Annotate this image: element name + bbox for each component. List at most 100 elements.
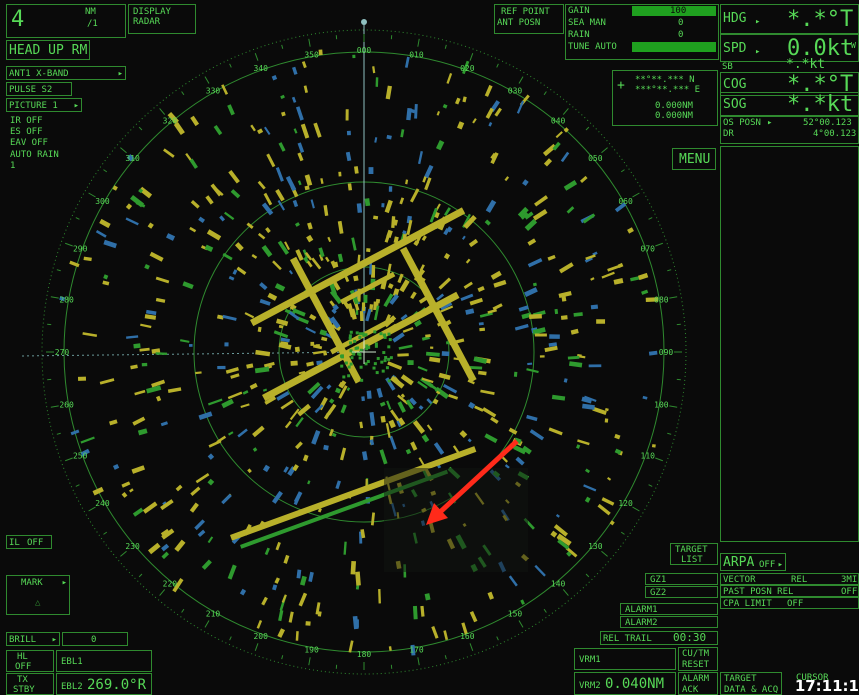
sb-value: *.*kt [786,57,826,72]
radar-echo [480,389,495,395]
tune-bar[interactable] [632,42,716,52]
radar-echo [388,646,392,651]
alarm-ack-button[interactable]: ALARM ACK [678,672,718,695]
ebl2-button[interactable]: EBL2 269.0°R [56,673,152,695]
radar-echo [360,378,364,382]
pulse-label: PULSE S2 [9,85,53,95]
radar-echo [254,366,270,374]
cu-tm-reset-button[interactable]: CU/TM RESET [678,647,718,671]
radar-echo [190,115,200,127]
bearing-tick [75,484,80,487]
radar-echo [359,311,364,322]
radar-echo [607,477,612,481]
tx-button[interactable]: TX STBY [6,673,54,695]
radar-echo [140,323,152,329]
radar-echo [353,166,359,174]
hl-button[interactable]: HL OFF [6,650,54,672]
radar-echo [345,109,349,121]
radar-echo [257,180,266,190]
radar-echo [337,253,344,263]
radar-echo [278,324,284,329]
radar-echo [310,341,315,346]
bearing-label: 250 [73,451,88,460]
radar-echo [433,442,445,455]
gz2-button[interactable]: GZ2 [645,586,718,598]
brill-value-box[interactable]: 0 [62,632,128,646]
radar-echo [290,360,298,366]
radar-echo [346,130,351,136]
radar-echo [641,289,649,295]
sb-label: SB [722,62,733,72]
il-button[interactable]: IL OFF [6,535,52,549]
radar-echo [379,401,386,407]
radar-echo [244,312,255,319]
own-ship-position-box[interactable]: OS POSN ▸ DR 52°00.123 4°00.123 [720,116,859,144]
vector-row[interactable]: VECTOR REL 3MI [720,573,859,585]
radar-echo [125,217,139,226]
tx-label: TX [17,675,28,685]
chevron-right-icon: ▸ [755,47,761,57]
bearing-tick [229,63,232,68]
cpa-limit-row[interactable]: CPA LIMIT OFF [720,597,859,609]
alarm2-button[interactable]: ALARM2 [620,616,718,628]
radar-echo [155,276,170,284]
bearing-label: 190 [304,645,319,654]
ir-status[interactable]: IR OFF [10,116,43,126]
radar-echo [352,54,356,59]
es-status[interactable]: ES OFF [10,127,43,137]
target-list-button[interactable]: TARGET LIST [670,543,718,565]
gz1-button[interactable]: GZ1 [645,573,718,585]
radar-echo [112,463,120,470]
mark-button[interactable]: MARK ▸ △ [6,575,70,615]
os-posn-label: OS POSN [723,118,761,128]
radar-echo [436,111,440,116]
gain-panel[interactable]: GAIN 100 SEA MAN 0 RAIN 0 TUNE AUTO [565,4,719,60]
antenna-button[interactable]: ANT1 X-BAND ▸ [6,66,126,80]
past-posn-row[interactable]: PAST POSN REL OFF [720,585,859,597]
radar-echo [563,180,578,191]
radar-echo [358,335,362,339]
ref-point-button[interactable]: REF POINT ANT POSN [494,4,564,34]
vrm1-button[interactable]: VRM1 [574,648,676,670]
radar-echo [399,197,405,205]
menu-button[interactable]: MENU [672,148,716,170]
radar-echo [295,441,303,450]
brill-button[interactable]: BRILL ▸ [6,632,60,646]
radar-echo [461,235,466,240]
vrm2-button[interactable]: VRM2 0.040NM [574,672,676,695]
target-list-label: TARGET [675,545,708,555]
pulse-button[interactable]: PULSE S2 [6,82,72,96]
bearing-label: 110 [641,451,656,460]
radar-echo [299,575,307,586]
ebl1-button[interactable]: EBL1 [56,650,152,672]
radar-echo [320,178,324,185]
bearing-label: 090 [659,348,674,357]
radar-echo [149,251,164,262]
bearing-tick [601,147,608,154]
head-up-mode-box[interactable]: HEAD UP RM [6,40,90,60]
rel-trail-button[interactable]: REL TRAIL 00:30 [600,631,718,645]
range-box[interactable]: 4 NM /1 [6,4,126,38]
radar-echo [384,199,393,214]
radar-echo [601,497,615,506]
bearing-tick [50,296,59,299]
target-data-acq-button[interactable]: TARGET DATA & ACQ [720,672,782,695]
radar-echo [378,589,381,604]
radar-echo [189,502,199,513]
auto-rain-status[interactable]: AUTO RAIN [10,150,59,160]
own-ship-lon: 4°00.123 [813,129,857,139]
radar-echo [555,514,560,518]
radar-echo [405,179,409,185]
radar-echo [409,188,420,203]
radar-echo [77,376,87,381]
arpa-button[interactable]: ARPA OFF ▸ [720,553,786,571]
radar-echo [412,605,418,620]
eav-status[interactable]: EAV OFF [10,138,48,148]
alarm1-button[interactable]: ALARM1 [620,603,718,615]
display-mode-box[interactable]: DISPLAY RADAR [128,4,196,34]
hdg-box[interactable]: HDG ▸ *.*°T [720,4,859,34]
picture-button[interactable]: PICTURE 1 ▸ [6,98,82,112]
il-value: OFF [27,538,44,548]
radar-echo [340,447,347,461]
gain-label: GAIN [568,6,590,16]
